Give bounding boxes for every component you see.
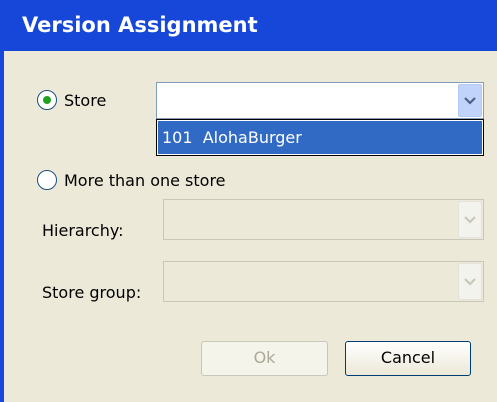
chevron-down-icon xyxy=(464,277,476,286)
multi-store-radio-label: More than one store xyxy=(64,170,226,190)
store-combobox-dropdown-button[interactable] xyxy=(458,84,482,117)
window-left-border xyxy=(0,51,4,402)
store-radio-button[interactable] xyxy=(37,90,57,110)
multi-store-radio-button[interactable] xyxy=(37,170,57,190)
store-group-label: Store group: xyxy=(42,283,142,302)
chevron-down-icon xyxy=(464,215,476,224)
ok-button[interactable]: Ok xyxy=(201,341,328,376)
version-assignment-dialog: Version Assignment Store 101 AlohaBurger… xyxy=(0,0,497,402)
multi-store-radio-option[interactable]: More than one store xyxy=(37,170,226,190)
dropdown-item-alohaburger[interactable]: 101 AlohaBurger xyxy=(158,121,482,154)
store-combobox[interactable] xyxy=(156,82,484,119)
radio-selected-dot xyxy=(43,96,51,104)
chevron-down-icon xyxy=(464,96,476,105)
store-radio-label: Store xyxy=(64,90,107,110)
store-group-dropdown-button[interactable] xyxy=(458,263,482,300)
hierarchy-label: Hierarchy: xyxy=(42,221,124,240)
hierarchy-combobox[interactable] xyxy=(163,199,484,240)
store-dropdown-list: 101 AlohaBurger xyxy=(156,119,484,156)
cancel-button[interactable]: Cancel xyxy=(345,341,471,376)
dialog-title: Version Assignment xyxy=(0,0,497,51)
store-radio-option[interactable]: Store xyxy=(37,90,106,110)
hierarchy-dropdown-button[interactable] xyxy=(458,201,482,238)
store-group-combobox[interactable] xyxy=(163,261,484,302)
